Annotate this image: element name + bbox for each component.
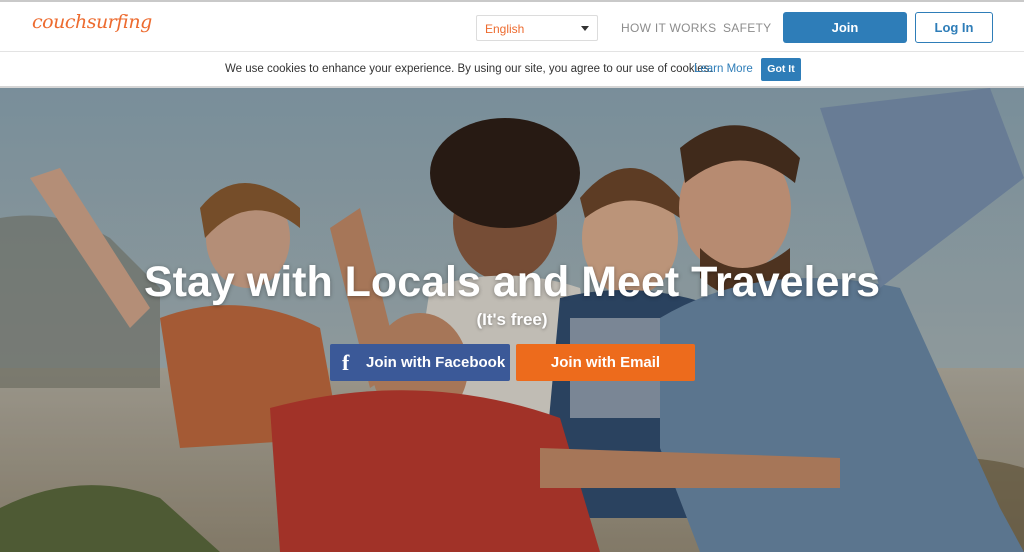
hero-section: Stay with Locals and Meet Travelers (It'… [0, 88, 1024, 552]
top-navigation-bar: couchsurfing English HOW IT WORKS SAFETY… [0, 0, 1024, 52]
couchsurfing-logo[interactable]: couchsurfing [32, 11, 152, 33]
nav-safety[interactable]: SAFETY [723, 21, 771, 35]
cookie-message: We use cookies to enhance your experienc… [225, 63, 713, 75]
login-button[interactable]: Log In [915, 12, 993, 43]
language-select-value: English [485, 22, 525, 36]
join-with-facebook-label: Join with Facebook [366, 354, 506, 371]
hero-title: Stay with Locals and Meet Travelers [143, 258, 881, 306]
join-with-email-button[interactable]: Join with Email [516, 344, 695, 381]
facebook-icon: f [342, 350, 350, 375]
nav-how-it-works[interactable]: HOW IT WORKS [621, 21, 716, 35]
cookie-banner: We use cookies to enhance your experienc… [0, 52, 1024, 88]
join-with-facebook-button[interactable]: f Join with Facebook [330, 344, 510, 381]
join-button[interactable]: Join [783, 12, 907, 43]
language-select[interactable]: English [476, 15, 598, 41]
cookie-learn-more-link[interactable]: Learn More [694, 63, 753, 75]
cookie-got-it-button[interactable]: Got It [761, 58, 801, 81]
chevron-down-icon [581, 26, 589, 31]
hero-subtitle: (It's free) [476, 310, 548, 329]
